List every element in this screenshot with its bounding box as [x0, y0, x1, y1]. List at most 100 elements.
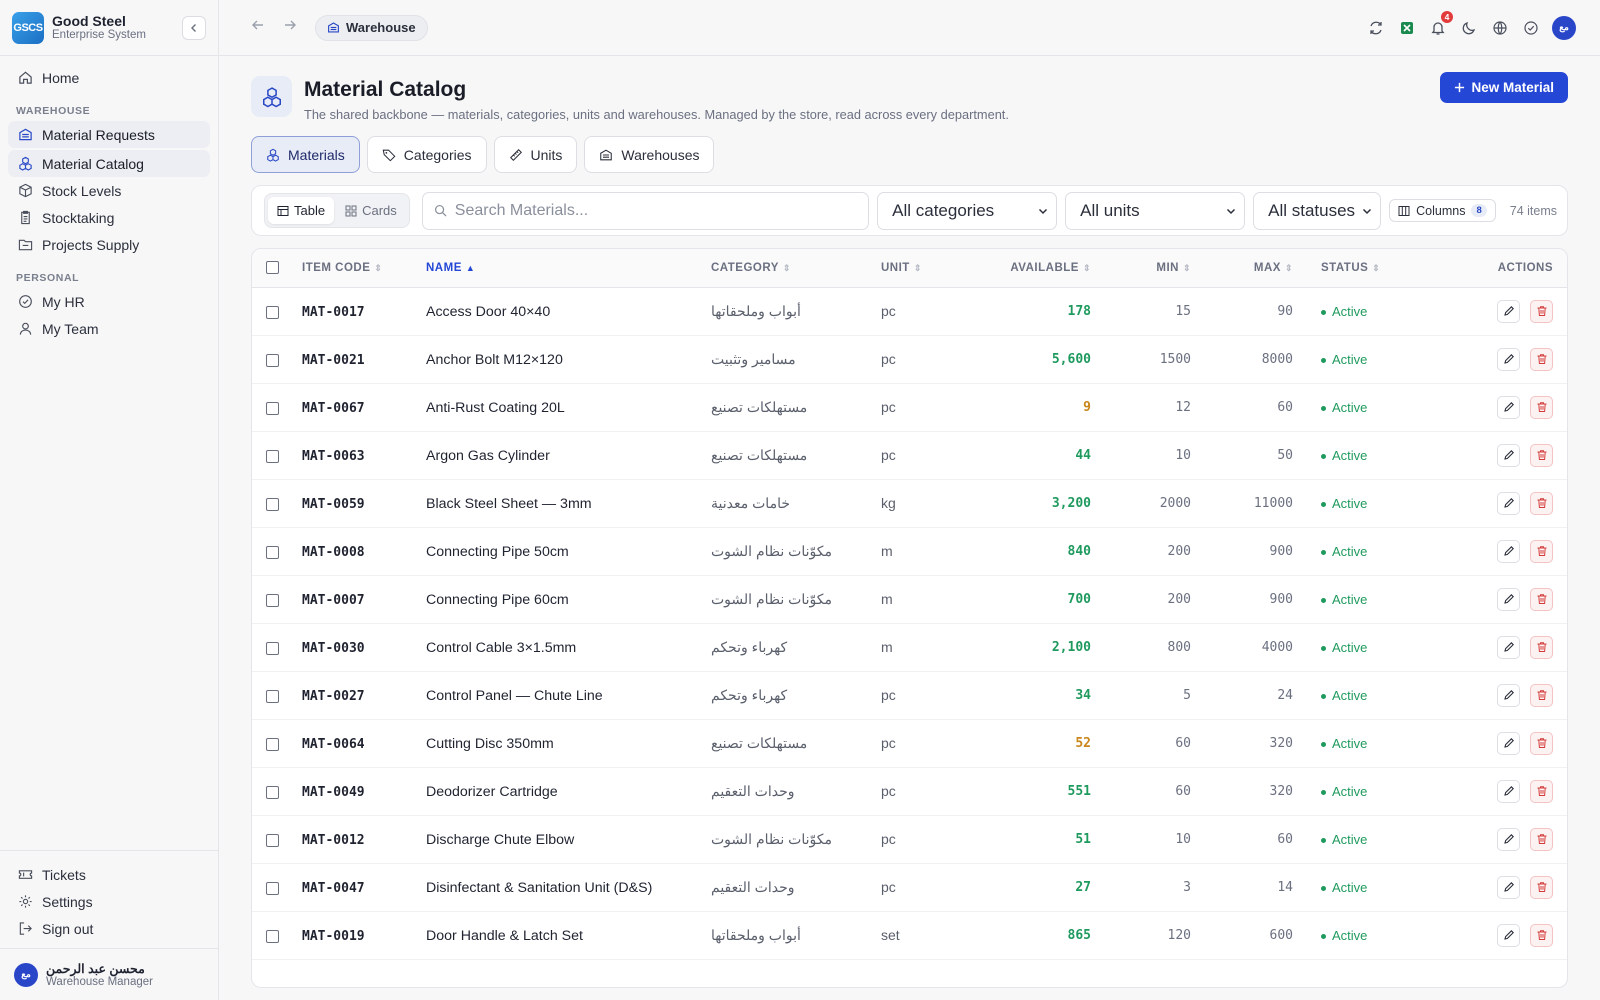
table-row[interactable]: MAT-0063 Argon Gas Cylinder مستهلكات تصن… [252, 431, 1567, 480]
edit-button[interactable] [1497, 875, 1521, 899]
sidebar-item-stocktaking[interactable]: Stocktaking [8, 204, 210, 231]
column-header-min[interactable]: MIN ⇕ [1091, 249, 1191, 288]
delete-button[interactable] [1530, 923, 1553, 947]
columns-button[interactable]: Columns 8 [1389, 199, 1496, 222]
delete-button[interactable] [1530, 875, 1553, 899]
notifications-button[interactable]: 4 [1428, 11, 1453, 37]
tab-units[interactable]: Units [493, 136, 578, 173]
user-profile[interactable]: مع محسن عبد الرحمن Warehouse Manager [0, 948, 218, 1000]
row-checkbox[interactable] [266, 737, 279, 751]
row-checkbox[interactable] [266, 353, 279, 367]
row-checkbox[interactable] [266, 449, 279, 463]
row-checkbox[interactable] [266, 305, 279, 319]
search-input[interactable] [454, 201, 858, 220]
delete-button[interactable] [1530, 683, 1553, 707]
tab-warehouses[interactable]: Warehouses [584, 136, 715, 173]
row-checkbox[interactable] [266, 497, 279, 511]
collapse-sidebar-button[interactable] [182, 15, 206, 40]
edit-button[interactable] [1497, 587, 1521, 611]
delete-button[interactable] [1530, 299, 1553, 323]
edit-button[interactable] [1497, 635, 1521, 659]
delete-button[interactable] [1530, 827, 1553, 851]
table-row[interactable]: MAT-0019 Door Handle & Latch Set أبواب و… [252, 911, 1567, 960]
tasks-button[interactable] [1521, 18, 1540, 37]
delete-button[interactable] [1530, 587, 1553, 611]
select-all-checkbox[interactable] [266, 261, 279, 275]
table-row[interactable]: MAT-0012 Discharge Chute Elbow مكوّنات ن… [252, 815, 1567, 864]
column-header-unit[interactable]: UNIT ⇕ [881, 249, 981, 288]
delete-button[interactable] [1530, 635, 1553, 659]
table-row[interactable]: MAT-0059 Black Steel Sheet — 3mm خامات م… [252, 479, 1567, 528]
view-table-button[interactable]: Table [268, 197, 335, 224]
tab-categories[interactable]: Categories [366, 136, 487, 173]
column-header-status[interactable]: STATUS ⇕ [1293, 249, 1420, 288]
edit-button[interactable] [1497, 347, 1521, 371]
sidebar-item-my-hr[interactable]: My HR [8, 288, 210, 315]
refresh-button[interactable] [1366, 18, 1385, 37]
sidebar-item-sign-out[interactable]: Sign out [8, 915, 210, 942]
edit-button[interactable] [1497, 731, 1521, 755]
view-cards-button[interactable]: Cards [336, 197, 406, 224]
table-row[interactable]: MAT-0047 Disinfectant & Sanitation Unit … [252, 863, 1567, 912]
theme-toggle[interactable] [1459, 18, 1478, 37]
edit-button[interactable] [1497, 923, 1521, 947]
sidebar-item-my-team[interactable]: My Team [8, 315, 210, 342]
sidebar-item-settings[interactable]: Settings [8, 888, 210, 915]
table-row[interactable]: MAT-0021 Anchor Bolt M12×120 مسامير وتثب… [252, 335, 1567, 384]
row-checkbox[interactable] [266, 545, 279, 559]
delete-button[interactable] [1530, 395, 1553, 419]
row-checkbox[interactable] [266, 785, 279, 799]
table-row[interactable]: MAT-0030 Control Cable 3×1.5mm كهرباء وت… [252, 623, 1567, 672]
delete-button[interactable] [1530, 491, 1553, 515]
row-checkbox[interactable] [266, 689, 279, 703]
edit-button[interactable] [1497, 827, 1521, 851]
edit-button[interactable] [1497, 395, 1521, 419]
delete-button[interactable] [1530, 539, 1553, 563]
delete-button[interactable] [1530, 347, 1553, 371]
delete-button[interactable] [1530, 779, 1553, 803]
sidebar-item-tickets[interactable]: Tickets [8, 861, 210, 888]
breadcrumb[interactable]: Warehouse [315, 14, 428, 41]
row-checkbox[interactable] [266, 401, 279, 415]
edit-button[interactable] [1497, 539, 1521, 563]
row-checkbox[interactable] [266, 881, 279, 895]
category-filter-select[interactable]: All categories [877, 191, 1058, 230]
tab-materials[interactable]: Materials [251, 136, 360, 173]
sidebar-item-home[interactable]: Home [8, 64, 210, 91]
table-row[interactable]: MAT-0067 Anti-Rust Coating 20L مستهلكات … [252, 383, 1567, 432]
status-filter-select[interactable]: All statuses [1253, 191, 1382, 230]
edit-button[interactable] [1497, 683, 1521, 707]
edit-button[interactable] [1497, 299, 1521, 323]
edit-button[interactable] [1497, 443, 1521, 467]
table-row[interactable]: MAT-0007 Connecting Pipe 60cm مكوّنات نظ… [252, 575, 1567, 624]
column-header-max[interactable]: MAX ⇕ [1191, 249, 1293, 288]
column-header-name[interactable]: NAME ▲ [426, 249, 711, 288]
table-row[interactable]: MAT-0008 Connecting Pipe 50cm مكوّنات نظ… [252, 527, 1567, 576]
edit-button[interactable] [1497, 779, 1521, 803]
row-checkbox[interactable] [266, 929, 279, 943]
back-button[interactable] [247, 18, 269, 37]
table-row[interactable]: MAT-0027 Control Panel — Chute Line كهرب… [252, 671, 1567, 720]
sidebar-item-material-requests[interactable]: Material Requests [8, 121, 210, 148]
delete-button[interactable] [1530, 731, 1553, 755]
table-row[interactable]: MAT-0017 Access Door 40×40 أبواب وملحقات… [252, 287, 1567, 336]
spreadsheet-button[interactable] [1397, 18, 1416, 37]
forward-button[interactable] [279, 18, 301, 37]
row-checkbox[interactable] [266, 641, 279, 655]
column-header-available[interactable]: AVAILABLE ⇕ [981, 249, 1091, 288]
language-button[interactable] [1490, 18, 1509, 37]
table-row[interactable]: MAT-0049 Deodorizer Cartridge وحدات التع… [252, 767, 1567, 816]
sidebar-item-stock-levels[interactable]: Stock Levels [8, 177, 210, 204]
user-avatar-button[interactable]: مع [1552, 15, 1576, 40]
sidebar-item-material-catalog[interactable]: Material Catalog [8, 150, 210, 177]
column-header-code[interactable]: ITEM CODE ⇕ [302, 249, 426, 288]
new-material-button[interactable]: New Material [1440, 72, 1568, 103]
delete-button[interactable] [1530, 443, 1553, 467]
row-checkbox[interactable] [266, 593, 279, 607]
unit-filter-select[interactable]: All units [1065, 191, 1246, 230]
row-checkbox[interactable] [266, 833, 279, 847]
edit-button[interactable] [1497, 491, 1521, 515]
column-header-category[interactable]: CATEGORY ⇕ [711, 249, 881, 288]
sidebar-item-projects-supply[interactable]: Projects Supply [8, 231, 210, 258]
table-row[interactable]: MAT-0064 Cutting Disc 350mm مستهلكات تصن… [252, 719, 1567, 768]
